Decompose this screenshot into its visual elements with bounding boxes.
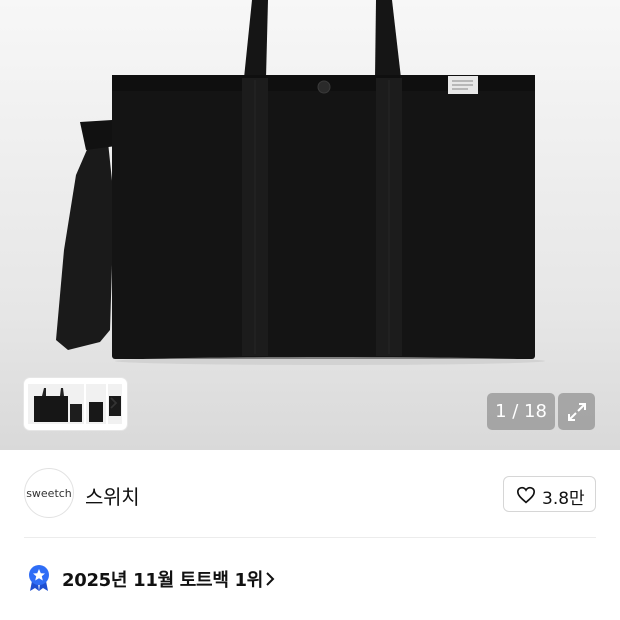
- chevron-right-icon[interactable]: [107, 392, 121, 414]
- ranking-text: 2025년 11월 토트백 1위: [62, 570, 264, 591]
- heart-outline-icon: [516, 486, 536, 504]
- image-counter: 1 / 18: [487, 393, 555, 430]
- thumbnail-image: [28, 384, 84, 424]
- brand-logo[interactable]: sweetch: [24, 468, 74, 518]
- divider: [24, 537, 596, 538]
- ranking-link[interactable]: 2025년 11월 토트백 1위: [24, 562, 424, 594]
- expand-icon: [568, 403, 586, 421]
- thumbnail-bag-side[interactable]: [28, 384, 84, 424]
- expand-button[interactable]: [558, 393, 595, 430]
- brand-like-button[interactable]: 3.8만: [503, 476, 596, 512]
- thumbnail-image: [86, 384, 106, 424]
- brand-row[interactable]: sweetch 스위치 3.8만: [24, 468, 596, 520]
- product-image-gallery[interactable]: 1 / 18: [0, 0, 620, 450]
- star-medal-icon: [29, 565, 49, 591]
- thumbnail-bag-small[interactable]: [86, 384, 106, 424]
- like-count: 3.8만: [542, 489, 585, 509]
- thumbnail-strip[interactable]: [24, 378, 127, 430]
- brand-name[interactable]: 스위치: [85, 481, 140, 510]
- chevron-right-icon: [266, 572, 275, 586]
